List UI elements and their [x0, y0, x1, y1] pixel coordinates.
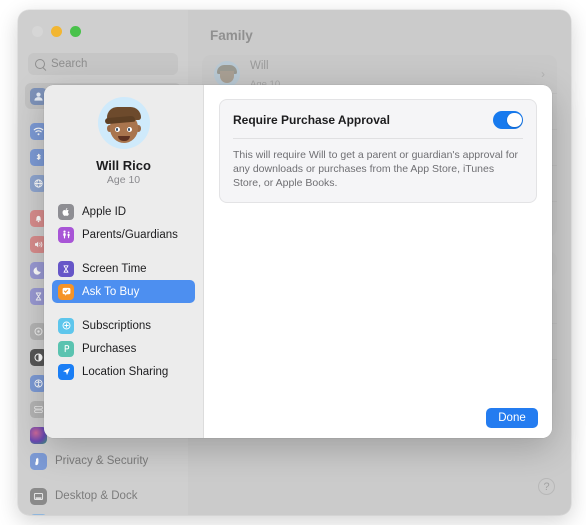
require-purchase-approval-card: Require Purchase Approval This will requ… [219, 99, 537, 203]
purchases-icon [58, 340, 74, 357]
sheet-item-label: Ask To Buy [82, 285, 140, 298]
apple-id-icon [58, 203, 74, 220]
require-purchase-approval-toggle[interactable] [493, 111, 523, 129]
sidebar-item-label: Desktop & Dock [55, 490, 138, 502]
window-traffic-lights [18, 18, 188, 37]
subscriptions-icon [58, 317, 74, 334]
parents-guardians-icon [58, 226, 74, 243]
page-title: Family [210, 28, 253, 43]
sidebar-item-displays[interactable]: Displays [25, 509, 181, 515]
sheet-sidebar: Will Rico Age 10 Apple ID Parents/Guardi… [44, 85, 204, 438]
minimize-window-button[interactable] [51, 26, 62, 37]
sidebar-item-label: Privacy & Security [55, 455, 149, 467]
sheet-nav-divider [44, 246, 203, 257]
sheet-item-ask-to-buy[interactable]: Ask To Buy [52, 280, 195, 303]
sheet-item-purchases[interactable]: Purchases [52, 337, 195, 360]
sheet-nav-list: Apple ID Parents/Guardians Screen Time A… [44, 200, 203, 383]
profile-age: Age 10 [106, 174, 141, 186]
search-input[interactable]: Search [28, 53, 178, 75]
hand-icon [30, 452, 47, 470]
search-icon [35, 59, 45, 69]
close-window-button[interactable] [32, 26, 43, 37]
sheet-item-parents-guardians[interactable]: Parents/Guardians [52, 223, 195, 246]
sheet-item-apple-id[interactable]: Apple ID [52, 200, 195, 223]
sheet-item-label: Apple ID [82, 205, 127, 218]
sheet-main-content: Require Purchase Approval This will requ… [204, 85, 552, 438]
done-button[interactable]: Done [486, 408, 538, 428]
chevron-right-icon: › [541, 67, 545, 81]
memoji-avatar [97, 97, 150, 149]
member-name: Will [250, 60, 269, 72]
family-member-sheet: Will Rico Age 10 Apple ID Parents/Guardi… [44, 85, 552, 438]
search-placeholder: Search [51, 58, 88, 70]
sidebar-item-privacy-security[interactable]: Privacy & Security [25, 448, 181, 474]
help-button[interactable]: ? [538, 478, 555, 495]
avatar [214, 61, 240, 87]
sheet-item-label: Location Sharing [82, 365, 169, 378]
brightness-icon [30, 513, 47, 515]
sheet-item-label: Parents/Guardians [82, 228, 178, 241]
sheet-footer: Done [204, 398, 552, 438]
approval-label: Require Purchase Approval [233, 112, 390, 127]
sheet-item-screen-time[interactable]: Screen Time [52, 257, 195, 280]
approval-description: This will require Will to get a parent o… [233, 148, 519, 189]
maximize-window-button[interactable] [70, 26, 81, 37]
sheet-item-label: Purchases [82, 342, 137, 355]
profile-name: Will Rico [96, 158, 151, 173]
sheet-item-location-sharing[interactable]: Location Sharing [52, 360, 195, 383]
approval-header-row: Require Purchase Approval [233, 111, 523, 139]
sheet-nav-divider [44, 303, 203, 314]
sheet-item-label: Subscriptions [82, 319, 152, 332]
sheet-item-label: Screen Time [82, 262, 147, 275]
sheet-item-subscriptions[interactable]: Subscriptions [52, 314, 195, 337]
toggle-knob [507, 112, 522, 127]
sidebar-divider [18, 474, 188, 483]
desktop-dock-icon [30, 487, 47, 505]
ask-to-buy-icon [58, 283, 74, 300]
screen-time-icon [58, 260, 74, 277]
sidebar-item-desktop-dock[interactable]: Desktop & Dock [25, 483, 181, 509]
location-sharing-icon [58, 363, 74, 380]
